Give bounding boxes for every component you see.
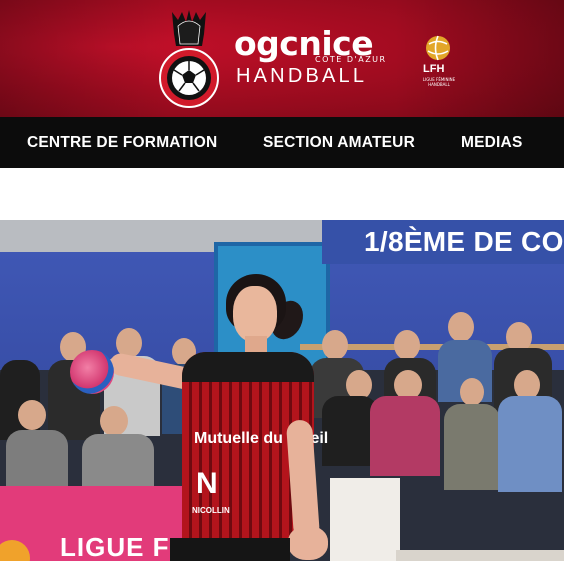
spectator xyxy=(444,404,500,490)
league-logo-subtext: LIGUE FÉMININE HANDBALL xyxy=(422,77,456,87)
nav-item-centre-de-formation[interactable]: CENTRE DE FORMATION xyxy=(27,117,217,168)
player-right-hand xyxy=(288,526,328,560)
spectator xyxy=(370,396,440,476)
spectator xyxy=(460,378,484,406)
spectator xyxy=(82,434,154,492)
spectator xyxy=(100,406,128,436)
spectator xyxy=(394,330,420,360)
spectator xyxy=(18,400,46,430)
spectator xyxy=(6,430,68,492)
brand-location: COTE D'AZUR xyxy=(315,55,387,64)
main-navigation: CENTRE DE FORMATION SECTION AMATEUR MEDI… xyxy=(0,117,564,168)
spectator xyxy=(322,330,348,360)
court-floor xyxy=(396,550,564,561)
nav-item-medias[interactable]: MEDIAS xyxy=(461,117,522,168)
brand-sport: HANDBALL xyxy=(236,65,368,87)
hero-slide[interactable]: LIGUE FE Mutuelle du soleil N NICOLLIN 1… xyxy=(0,220,564,561)
player-shorts xyxy=(170,538,290,561)
player-jersey-shoulders xyxy=(182,352,314,382)
handball-ball-icon xyxy=(70,350,114,394)
spectator xyxy=(498,396,562,492)
lfh-logo-icon[interactable] xyxy=(425,35,451,61)
jersey-letter: N xyxy=(196,467,218,500)
advertising-board-text: LIGUE FE xyxy=(60,532,188,561)
club-crest-logo[interactable] xyxy=(158,8,220,110)
player-face xyxy=(233,286,277,342)
slide-title[interactable]: 1/8ÈME DE CO xyxy=(364,225,564,259)
spectator xyxy=(448,312,474,342)
nav-item-section-amateur[interactable]: SECTION AMATEUR xyxy=(263,117,415,168)
league-logo-text: LFH xyxy=(423,63,445,75)
jersey-small-sponsor: NICOLLIN xyxy=(192,506,230,515)
scorer-table xyxy=(330,478,400,561)
site-header: ogcnice COTE D'AZUR HANDBALL LFH LIGUE F… xyxy=(0,0,564,117)
